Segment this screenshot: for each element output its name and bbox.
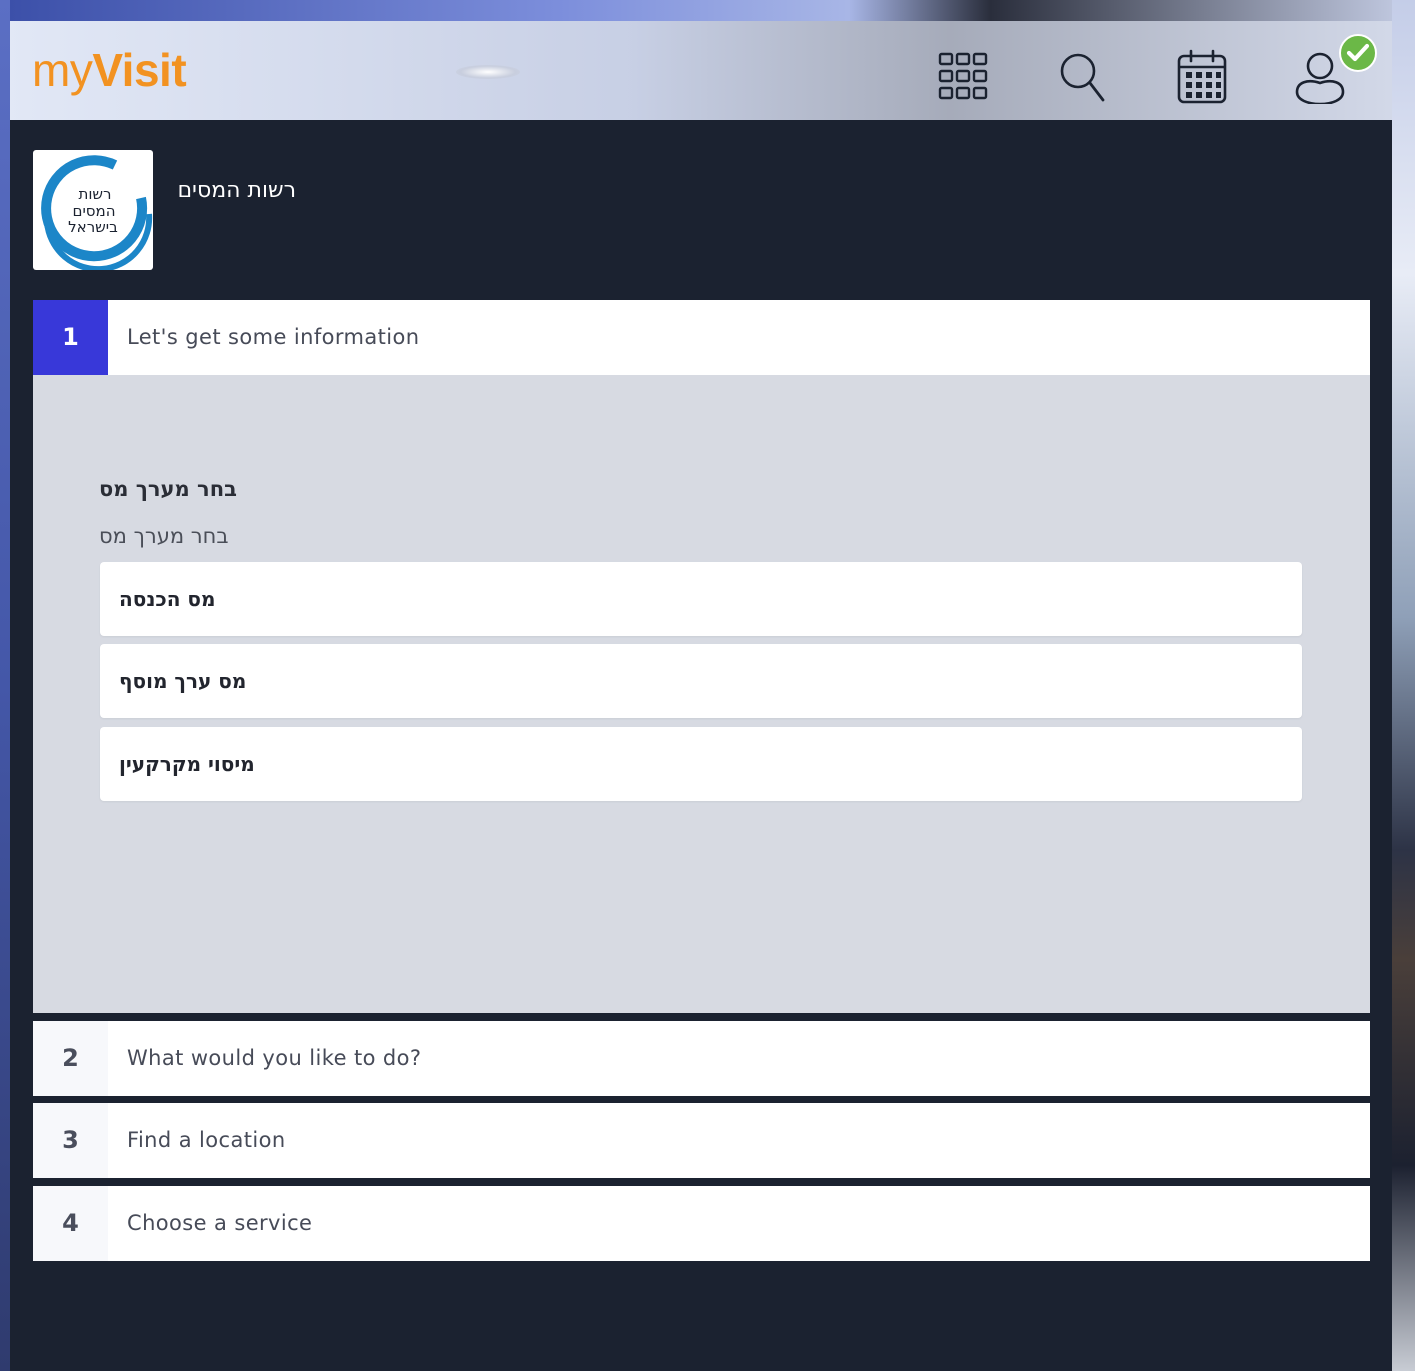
step-number: 2 [33,1021,108,1096]
step-label: What would you like to do? [127,1046,422,1070]
top-bar: myVisit [10,21,1392,120]
org-logo-line-1: רשות [78,185,111,203]
step-number: 4 [33,1186,108,1261]
background-right [1392,0,1415,1371]
option-label: מס הכנסה [119,587,216,611]
step-number: 3 [33,1103,108,1178]
organization-logo: רשות המסים בישראל [33,150,153,270]
step-label: Let's get some information [127,325,420,349]
step-label: Find a location [127,1128,286,1152]
option-label: מס ערך מוסף [119,669,247,693]
background-top [0,0,1415,21]
apps-grid-icon[interactable] [935,48,991,104]
step-4-header[interactable]: 4 Choose a service [33,1186,1370,1261]
search-icon[interactable] [1055,48,1111,104]
step-1-panel: בחר מערך מס בחר מערך מס מס הכנסה מס ערך … [33,375,1370,1013]
step-1-header[interactable]: 1 Let's get some information [33,300,1370,375]
question-subtitle: בחר מערך מס [99,524,229,548]
app-window: myVisit רשות המסים בישראל רשות המסים 1 L… [10,21,1392,1371]
org-logo-line-3: בישראל [68,218,118,236]
logo-text-visit: Visit [92,44,187,96]
check-badge-icon [1339,34,1377,72]
step-3-header[interactable]: 3 Find a location [33,1103,1370,1178]
background-left [0,0,10,1371]
background-light [456,65,520,79]
option-real-estate-tax[interactable]: מיסוי מקרקעין [100,727,1302,801]
calendar-icon[interactable] [1174,48,1230,104]
option-vat[interactable]: מס ערך מוסף [100,644,1302,718]
logo-text-my: my [32,44,93,96]
organization-name: רשות המסים [177,178,296,203]
step-2-header[interactable]: 2 What would you like to do? [33,1021,1370,1096]
question-title: בחר מערך מס [99,477,237,501]
step-number: 1 [33,300,108,375]
option-label: מיסוי מקרקעין [119,752,255,776]
option-income-tax[interactable]: מס הכנסה [100,562,1302,636]
myvisit-logo[interactable]: myVisit [32,43,187,97]
step-label: Choose a service [127,1211,313,1235]
